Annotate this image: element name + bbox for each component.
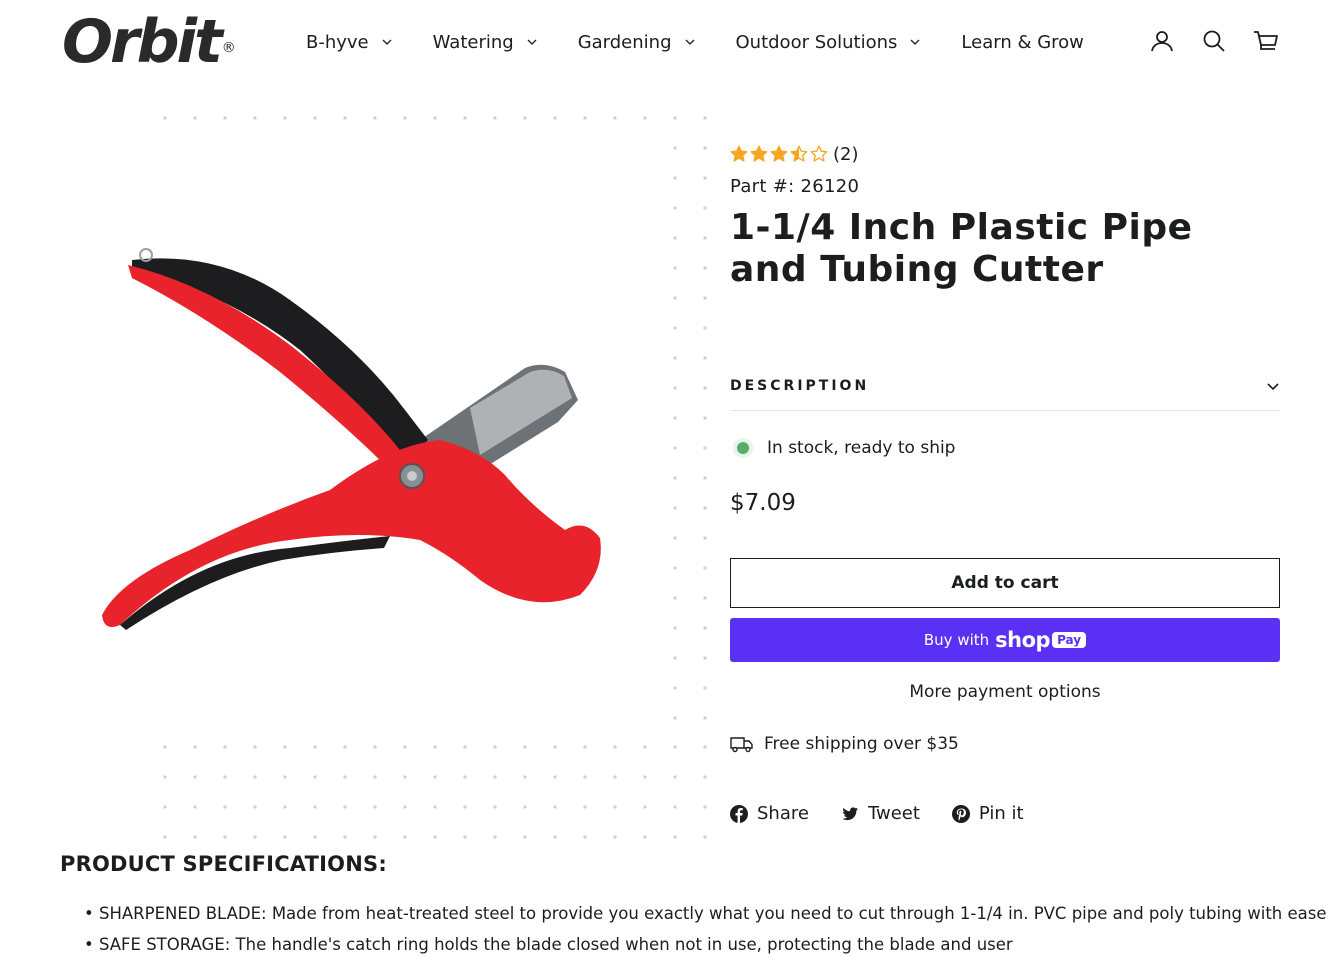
rating-count: (2) (833, 143, 859, 165)
star-icon (770, 145, 788, 162)
nav-item-label: B-hyve (306, 31, 369, 53)
cart-icon[interactable] (1253, 28, 1279, 54)
product-image (102, 248, 601, 630)
shop-pay-button[interactable]: Buy with shop Pay (730, 618, 1280, 662)
shoppay-logo: shop (995, 628, 1051, 652)
stock-text: In stock, ready to ship (767, 438, 956, 458)
star-icon (750, 145, 768, 162)
nav-item-label: Learn & Grow (961, 31, 1084, 53)
nav-item-label: Outdoor Solutions (735, 31, 898, 53)
nav-item-outdoor-solutions[interactable]: Outdoor Solutions (736, 28, 922, 56)
chevron-down-icon (910, 39, 920, 45)
pin-it-link[interactable]: Pin it (951, 803, 1024, 824)
orbit-logo[interactable]: Orbit ® (62, 10, 236, 74)
pinterest-icon (951, 804, 970, 823)
product-info: (2) Part #: 26120 1-1/4 Inch Plastic Pip… (730, 140, 1280, 291)
product-image-gallery[interactable] (60, 110, 710, 840)
search-icon[interactable] (1201, 28, 1227, 54)
product-title: 1-1/4 Inch Plastic Pipe and Tubing Cutte… (730, 207, 1193, 290)
add-to-cart-button[interactable]: Add to cart (730, 558, 1280, 608)
description-accordion[interactable]: DESCRIPTION (730, 362, 1280, 411)
part-number: Part #: 26120 (730, 176, 860, 197)
shipping-info: Free shipping over $35 (730, 734, 959, 754)
chevron-down-icon (527, 39, 537, 45)
chevron-down-icon (1267, 383, 1279, 391)
product-rating[interactable]: (2) (730, 140, 1280, 168)
product-price: $7.09 (730, 490, 796, 516)
twitter-icon (842, 806, 858, 820)
tweet-label: Tweet (867, 803, 920, 824)
header-icons (1123, 28, 1279, 54)
nav-item-watering[interactable]: Watering (433, 28, 538, 56)
social-sharing: Share Tweet Pin it (730, 803, 1056, 824)
pin-label: Pin it (978, 803, 1024, 824)
specs-heading: PRODUCT SPECIFICATIONS: (60, 852, 387, 876)
shoppay-pay-badge: Pay (1052, 632, 1087, 648)
tweet-link[interactable]: Tweet (841, 803, 920, 824)
stock-indicator-icon (737, 442, 749, 454)
star-icon (790, 145, 808, 162)
star-icon (730, 145, 748, 162)
main-nav: B-hyve Watering Gardening Outdoor Soluti… (306, 28, 1124, 56)
list-item: SAFE STORAGE: The handle's catch ring ho… (84, 933, 1327, 964)
shoppay-prefix: Buy with (923, 631, 990, 649)
more-payment-options-link[interactable]: More payment options (730, 682, 1280, 702)
star-icon (810, 145, 828, 162)
share-label: Share (757, 803, 809, 824)
chevron-down-icon (382, 39, 392, 45)
description-label: DESCRIPTION (730, 378, 870, 394)
specs-list: SHARPENED BLADE: Made from heat-treated … (84, 902, 1327, 964)
rating-stars (730, 145, 830, 163)
nav-item-label: Gardening (577, 31, 672, 53)
nav-item-gardening[interactable]: Gardening (578, 28, 696, 56)
account-icon[interactable] (1149, 28, 1175, 54)
list-item: SHARPENED BLADE: Made from heat-treated … (84, 902, 1327, 933)
truck-icon (730, 737, 753, 753)
facebook-icon (730, 804, 748, 823)
nav-item-label: Watering (432, 31, 514, 53)
nav-item-learn-grow[interactable]: Learn & Grow (961, 28, 1083, 56)
chevron-down-icon (685, 39, 694, 45)
shipping-text: Free shipping over $35 (764, 734, 959, 754)
share-facebook-link[interactable]: Share (730, 803, 809, 824)
site-header: Orbit ® B-hyve Watering Gardening Outdoor… (0, 0, 1335, 84)
nav-item-b-hyve[interactable]: B-hyve (306, 28, 393, 56)
stock-status: In stock, ready to ship (733, 438, 955, 458)
